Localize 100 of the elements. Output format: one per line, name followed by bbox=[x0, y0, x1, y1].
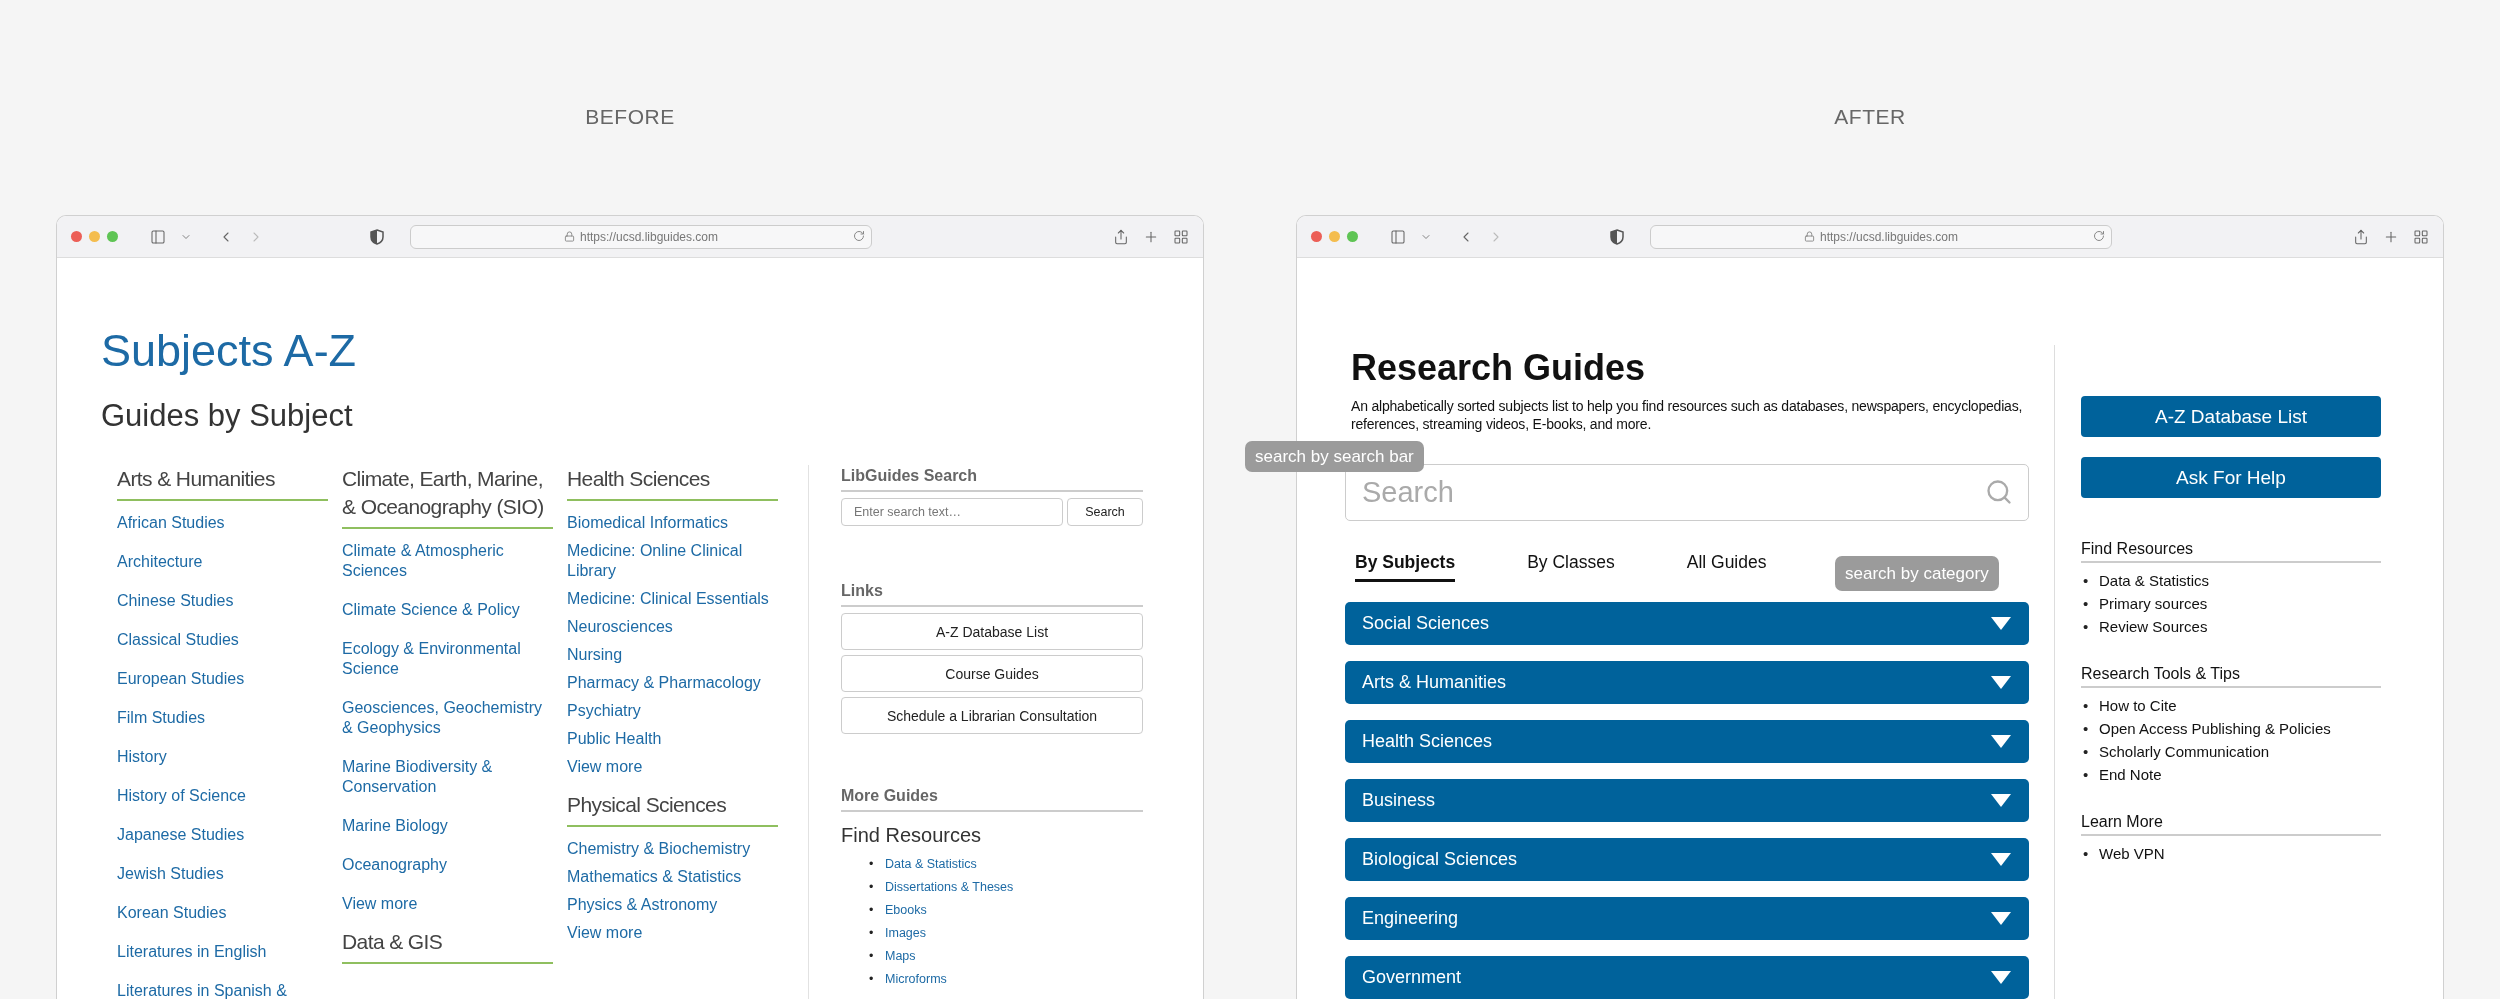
category-accordion[interactable]: Business bbox=[1345, 779, 2029, 822]
category-accordion[interactable]: Social Sciences bbox=[1345, 602, 2029, 645]
category-accordion[interactable]: Government bbox=[1345, 956, 2029, 999]
subject-link[interactable]: Architecture bbox=[117, 552, 328, 572]
subject-link[interactable]: Film Studies bbox=[117, 708, 328, 728]
subject-link[interactable]: Pharmacy & Pharmacology bbox=[567, 673, 778, 693]
section-heading: Find Resources bbox=[841, 824, 983, 847]
resource-link[interactable]: Data & Statistics bbox=[885, 857, 977, 871]
search-field[interactable]: Search bbox=[1345, 464, 2029, 521]
resource-link[interactable]: Microforms bbox=[885, 972, 947, 986]
subject-link[interactable]: Korean Studies bbox=[117, 903, 328, 923]
sidebar-heading: Find Resources bbox=[2081, 540, 2381, 563]
address-bar[interactable]: https://ucsd.libguides.com bbox=[1650, 224, 2112, 249]
sidebar-heading: Links bbox=[841, 582, 1143, 607]
subject-link[interactable]: Medicine: Online Clinical Library bbox=[567, 541, 778, 581]
subject-link[interactable]: Literatures in English bbox=[117, 942, 328, 962]
minimize-button[interactable] bbox=[89, 231, 100, 242]
sidebar-heading: Research Tools & Tips bbox=[2081, 665, 2381, 688]
sidebar-icon[interactable] bbox=[1390, 228, 1406, 245]
category-accordion[interactable]: Biological Sciences bbox=[1345, 838, 2029, 881]
search-button[interactable]: Search bbox=[1067, 498, 1143, 526]
subject-link[interactable]: Biomedical Informatics bbox=[567, 513, 778, 533]
list-bullet: • bbox=[2083, 719, 2090, 739]
subject-link[interactable]: Chinese Studies bbox=[117, 591, 328, 611]
tab-overview-icon[interactable] bbox=[1173, 228, 1189, 245]
subject-link[interactable]: Literatures in Spanish & bbox=[117, 981, 328, 999]
subject-link[interactable]: View more bbox=[567, 757, 778, 777]
maximize-button[interactable] bbox=[1347, 231, 1358, 242]
subject-link[interactable]: African Studies bbox=[117, 513, 328, 533]
shield-icon[interactable] bbox=[1610, 228, 1624, 245]
list-bullet: • bbox=[2083, 844, 2090, 864]
subject-link[interactable]: Oceanography bbox=[342, 855, 553, 875]
link-button[interactable]: Schedule a Librarian Consultation bbox=[841, 697, 1143, 734]
subject-link[interactable]: Ecology & Environmental Science bbox=[342, 639, 553, 679]
resource-link[interactable]: Review Sources bbox=[2099, 618, 2208, 635]
reload-icon[interactable] bbox=[2093, 229, 2105, 242]
subject-link[interactable]: Geosciences, Geochemistry & Geophysics bbox=[342, 698, 553, 738]
caret-icon bbox=[1991, 970, 2011, 985]
subject-link[interactable]: Chemistry & Biochemistry bbox=[567, 839, 778, 859]
resource-link[interactable]: End Note bbox=[2099, 766, 2162, 783]
resource-link[interactable]: Primary sources bbox=[2099, 595, 2208, 612]
subject-link[interactable]: View more bbox=[567, 923, 778, 943]
page-title: Research Guides bbox=[1351, 346, 1647, 390]
subject-link[interactable]: Marine Biology bbox=[342, 816, 553, 836]
tab-overview-icon[interactable] bbox=[2413, 228, 2429, 245]
category-accordion[interactable]: Health Sciences bbox=[1345, 720, 2029, 763]
subject-link[interactable]: Climate Science & Policy bbox=[342, 600, 553, 620]
resource-link[interactable]: Scholarly Communication bbox=[2099, 743, 2270, 760]
subject-link[interactable]: View more bbox=[342, 894, 553, 914]
search-icon[interactable] bbox=[1985, 478, 2013, 506]
subject-link[interactable]: Neurosciences bbox=[567, 617, 778, 637]
resource-link[interactable]: Maps bbox=[885, 949, 916, 963]
resource-link[interactable]: Data & Statistics bbox=[2099, 572, 2210, 589]
shield-icon[interactable] bbox=[370, 228, 384, 245]
subject-link[interactable]: History bbox=[117, 747, 328, 767]
subject-link[interactable]: Climate & Atmospheric Sciences bbox=[342, 541, 553, 581]
resource-link[interactable]: How to Cite bbox=[2099, 697, 2177, 714]
sidebar-icon[interactable] bbox=[150, 228, 166, 245]
tab[interactable]: By Classes bbox=[1527, 549, 1615, 582]
subject-link[interactable]: European Studies bbox=[117, 669, 328, 689]
resource-link[interactable]: Dissertations & Theses bbox=[885, 880, 1014, 894]
category-accordion[interactable]: Arts & Humanities bbox=[1345, 661, 2029, 704]
caret-icon bbox=[1991, 793, 2011, 808]
caret-icon bbox=[1991, 852, 2011, 867]
caret-icon bbox=[1991, 675, 2011, 690]
subject-link[interactable]: Nursing bbox=[567, 645, 778, 665]
address-bar[interactable]: https://ucsd.libguides.com bbox=[410, 224, 872, 249]
subject-heading: Data & GIS bbox=[342, 928, 553, 964]
action-button[interactable]: Ask For Help bbox=[2081, 457, 2381, 498]
maximize-button[interactable] bbox=[107, 231, 118, 242]
lock-icon bbox=[1803, 231, 1815, 242]
subject-link[interactable]: Medicine: Clinical Essentials bbox=[567, 589, 778, 609]
annotation-tag: search by search bar bbox=[1245, 441, 1424, 472]
resource-link[interactable]: Web VPN bbox=[2099, 845, 2165, 862]
action-button[interactable]: A-Z Database List bbox=[2081, 396, 2381, 437]
subject-link[interactable]: Marine Biodiversity & Conservation bbox=[342, 757, 553, 797]
subject-link[interactable]: History of Science bbox=[117, 786, 328, 806]
subject-link[interactable]: Psychiatry bbox=[567, 701, 778, 721]
link-button[interactable]: A-Z Database List bbox=[841, 613, 1143, 650]
resource-link[interactable]: Ebooks bbox=[885, 903, 927, 917]
share-icon[interactable] bbox=[1113, 228, 1129, 245]
subject-link[interactable]: Classical Studies bbox=[117, 630, 328, 650]
reload-icon[interactable] bbox=[853, 229, 865, 242]
link-button[interactable]: Course Guides bbox=[841, 655, 1143, 692]
category-accordion[interactable]: Engineering bbox=[1345, 897, 2029, 940]
search-field[interactable]: Enter search text… bbox=[841, 498, 1063, 526]
close-button[interactable] bbox=[1311, 231, 1322, 242]
tab[interactable]: All Guides bbox=[1686, 549, 1767, 582]
resource-link[interactable]: Images bbox=[885, 926, 926, 940]
close-button[interactable] bbox=[71, 231, 82, 242]
subject-link[interactable]: Mathematics & Statistics bbox=[567, 867, 778, 887]
resource-link[interactable]: Open Access Publishing & Policies bbox=[2099, 720, 2331, 737]
minimize-button[interactable] bbox=[1329, 231, 1340, 242]
share-icon[interactable] bbox=[2353, 228, 2369, 245]
list-bullet: • bbox=[869, 879, 875, 896]
subject-link[interactable]: Japanese Studies bbox=[117, 825, 328, 845]
subject-link[interactable]: Public Health bbox=[567, 729, 778, 749]
tab[interactable]: By Subjects bbox=[1355, 549, 1456, 582]
subject-link[interactable]: Physics & Astronomy bbox=[567, 895, 778, 915]
subject-link[interactable]: Jewish Studies bbox=[117, 864, 328, 884]
